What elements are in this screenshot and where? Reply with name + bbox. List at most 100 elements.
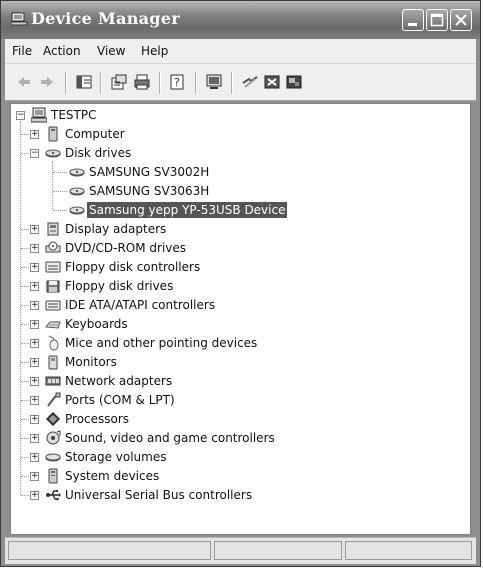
tree-category-label[interactable]: Storage volumes [65,449,166,465]
device-manager-window: Device Manager File Action View Help ? −… [0,0,481,567]
show-hide-console-tree-icon[interactable] [75,73,93,91]
menu-help[interactable]: Help [141,44,168,58]
toolbar-separator [159,72,161,94]
tree-category-label[interactable]: System devices [65,468,159,484]
tree-root-label[interactable]: TESTPC [51,107,96,123]
forward-arrow-icon[interactable] [38,73,56,91]
expand-toggle[interactable]: + [30,377,39,386]
menu-bar: File Action View Help [5,39,476,63]
floppy-drive-icon [46,280,60,293]
tree-category-label[interactable]: Keyboards [65,316,128,332]
computer-icon [31,107,47,123]
expand-toggle[interactable]: + [30,396,39,405]
toolbar-separator [100,72,102,94]
toolbar-separator [65,72,67,94]
expand-toggle[interactable]: + [30,339,39,348]
tree-category-label[interactable]: Network adapters [65,373,172,389]
help-icon[interactable]: ? [169,73,187,91]
usb-icon [46,490,61,501]
maximize-button[interactable] [426,9,448,31]
expand-toggle[interactable]: + [30,130,39,139]
tree-category-label[interactable]: Sound, video and game controllers [65,430,275,446]
expand-toggle[interactable]: + [30,453,39,462]
tree-category-label[interactable]: IDE ATA/ATAPI controllers [65,297,215,313]
expand-toggle[interactable]: + [30,491,39,500]
tree-category-label[interactable]: Floppy disk drives [65,278,173,294]
title-bar[interactable]: Device Manager [1,1,480,39]
svg-text:?: ? [174,76,180,89]
expand-toggle[interactable]: + [30,301,39,310]
tree-category-label[interactable]: Monitors [65,354,117,370]
system-device-icon [48,468,58,484]
disk-drive-icon [69,168,85,177]
tree-category-label[interactable]: Floppy disk controllers [65,259,200,275]
cdrom-icon [45,241,61,253]
root-collapse-toggle[interactable]: − [16,111,25,120]
menu-action[interactable]: Action [43,44,81,58]
tree-category-label[interactable]: DVD/CD-ROM drives [65,240,186,256]
tree-device-label[interactable]: SAMSUNG SV3063H [89,183,209,199]
disk-drive-icon [69,187,85,196]
window-title: Device Manager [31,9,180,28]
tree-device-label-selected[interactable]: Samsung yepp YP-53USB Device [87,202,288,218]
toolbar-separator [231,72,233,94]
sound-icon [46,430,61,445]
display-adapter-icon [47,222,59,236]
port-icon [47,392,61,407]
keyboard-icon [45,321,61,329]
device-tree[interactable]: − TESTPC + Computer − Disk drives SAMSUNG SV30… [10,103,471,535]
close-icon [455,14,467,26]
uninstall-icon[interactable] [241,73,259,91]
tree-category-label[interactable]: Ports (COM & LPT) [65,392,175,408]
expand-toggle[interactable]: + [30,263,39,272]
tree-category-label[interactable]: Mice and other pointing devices [65,335,257,351]
processor-icon [45,411,61,427]
back-arrow-icon[interactable] [15,73,33,91]
expand-toggle[interactable]: + [30,415,39,424]
disk-drive-icon [69,206,85,215]
monitor-icon [48,355,58,370]
toolbar-separator [195,72,197,94]
menu-file[interactable]: File [12,44,32,58]
tree-device-label[interactable]: SAMSUNG SV3002H [89,164,209,180]
expand-toggle[interactable]: + [30,225,39,234]
ide-controller-icon [45,300,61,311]
tree-guide-line [53,172,67,174]
status-pane [8,541,211,560]
mouse-icon [48,335,59,351]
network-adapter-icon [45,376,61,386]
tree-category-label[interactable]: Processors [65,411,129,427]
expand-toggle[interactable]: + [30,320,39,329]
disk-drive-icon [45,149,61,158]
tree-guide-line [53,210,67,212]
maximize-icon [430,13,444,27]
minimize-icon [408,23,417,26]
update-driver-icon[interactable] [285,73,303,91]
expand-toggle[interactable]: + [30,472,39,481]
floppy-controller-icon [45,261,61,273]
status-pane [345,541,472,560]
expand-toggle[interactable]: + [30,282,39,291]
disable-device-icon[interactable] [263,73,281,91]
expand-toggle[interactable]: + [30,434,39,443]
device-manager-app-icon [11,12,28,26]
tree-category-label[interactable]: Disk drives [65,145,131,161]
tree-guide-line [53,191,67,193]
expand-toggle[interactable]: + [30,358,39,367]
storage-volume-icon [45,453,61,462]
print-icon[interactable] [133,73,151,91]
minimize-button[interactable] [402,9,424,31]
status-bar [5,537,476,564]
expand-toggle[interactable]: + [30,244,39,253]
tree-guide-line [52,161,54,209]
scan-hardware-icon[interactable] [205,73,223,91]
properties-icon[interactable] [110,73,128,91]
tree-category-label[interactable]: Computer [65,126,125,142]
collapse-toggle[interactable]: − [30,149,39,158]
tree-category-label[interactable]: Universal Serial Bus controllers [65,487,252,503]
menu-view[interactable]: View [97,44,125,58]
toolbar: ? [5,63,476,101]
tree-category-label[interactable]: Display adapters [65,221,166,237]
computer-icon [48,126,58,142]
close-button[interactable] [450,9,472,31]
